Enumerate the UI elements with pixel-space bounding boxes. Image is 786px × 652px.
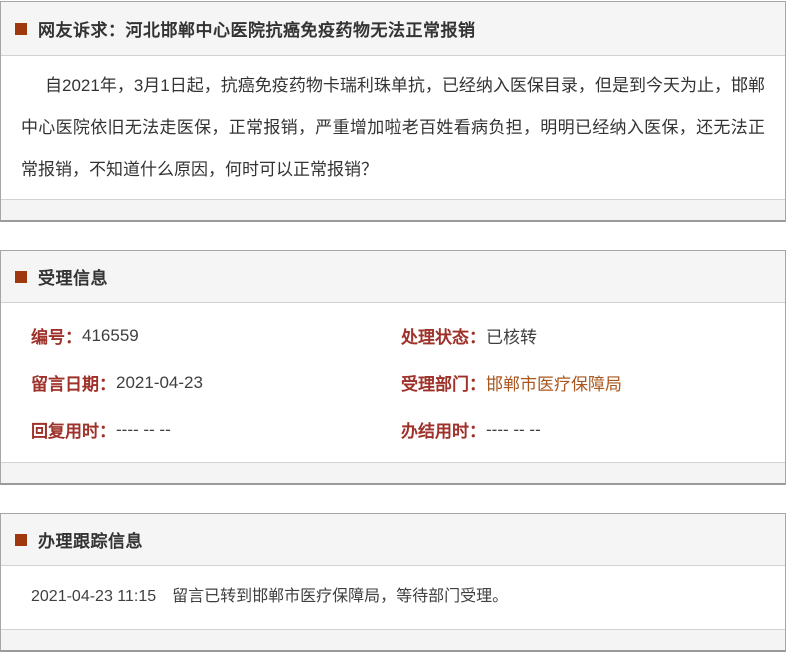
field-number: 编号： 416559 (31, 312, 401, 359)
field-department-label: 受理部门： (401, 370, 486, 395)
section-bullet-icon (15, 534, 27, 546)
acceptance-footer-strip (1, 462, 785, 483)
complaint-footer-strip (1, 199, 785, 220)
complaint-title: 网友诉求：河北邯郸中心医院抗癌免疫药物无法正常报销 (38, 16, 476, 41)
field-message-date: 留言日期： 2021-04-23 (31, 359, 401, 406)
section-bullet-icon (15, 271, 27, 283)
acceptance-card: 受理信息 编号： 416559 处理状态： 已核转 留言日期： 2021-04-… (0, 250, 786, 485)
complaint-card: 网友诉求：河北邯郸中心医院抗癌免疫药物无法正常报销 自2021年，3月1日起，抗… (0, 1, 786, 222)
field-status: 处理状态： 已核转 (401, 312, 765, 359)
field-message-date-label: 留言日期： (31, 370, 116, 395)
complaint-detail-page: 网友诉求：河北邯郸中心医院抗癌免疫药物无法正常报销 自2021年，3月1日起，抗… (0, 0, 786, 640)
field-department: 受理部门： 邯郸市医疗保障局 (401, 359, 765, 406)
field-status-value: 已核转 (486, 323, 537, 348)
field-reply-time: 回复用时： ---- -- -- (31, 406, 401, 453)
field-status-label: 处理状态： (401, 323, 486, 348)
tracking-card-header: 办理跟踪信息 (1, 514, 785, 566)
tracking-entry-text: 留言已转到邯郸市医疗保障局，等待部门受理。 (172, 588, 508, 605)
field-completion-time-value: ---- -- -- (486, 420, 541, 440)
section-bullet-icon (15, 23, 27, 35)
field-completion-time-label: 办结用时： (401, 417, 486, 442)
field-department-value: 邯郸市医疗保障局 (486, 370, 622, 395)
complaint-card-header: 网友诉求：河北邯郸中心医院抗癌免疫药物无法正常报销 (1, 2, 785, 56)
field-reply-time-label: 回复用时： (31, 417, 116, 442)
field-reply-time-value: ---- -- -- (116, 420, 171, 440)
field-number-label: 编号： (31, 323, 82, 348)
complaint-text: 自2021年，3月1日起，抗癌免疫药物卡瑞利珠单抗，已经纳入医保目录，但是到今天… (21, 65, 765, 191)
acceptance-title: 受理信息 (38, 264, 108, 289)
tracking-title: 办理跟踪信息 (38, 527, 143, 552)
tracking-card: 办理跟踪信息 2021-04-23 11:15 留言已转到邯郸市医疗保障局，等待部… (0, 513, 786, 652)
tracking-entry: 2021-04-23 11:15 留言已转到邯郸市医疗保障局，等待部门受理。 (31, 586, 765, 607)
field-completion-time: 办结用时： ---- -- -- (401, 406, 765, 453)
field-number-value: 416559 (82, 326, 139, 346)
tracking-entry-time: 2021-04-23 11:15 (31, 588, 156, 605)
acceptance-card-header: 受理信息 (1, 251, 785, 303)
acceptance-fields: 编号： 416559 处理状态： 已核转 留言日期： 2021-04-23 受理… (1, 303, 785, 462)
complaint-body: 自2021年，3月1日起，抗癌免疫药物卡瑞利珠单抗，已经纳入医保目录，但是到今天… (1, 56, 785, 199)
tracking-body: 2021-04-23 11:15 留言已转到邯郸市医疗保障局，等待部门受理。 (1, 566, 785, 629)
field-message-date-value: 2021-04-23 (116, 373, 203, 393)
